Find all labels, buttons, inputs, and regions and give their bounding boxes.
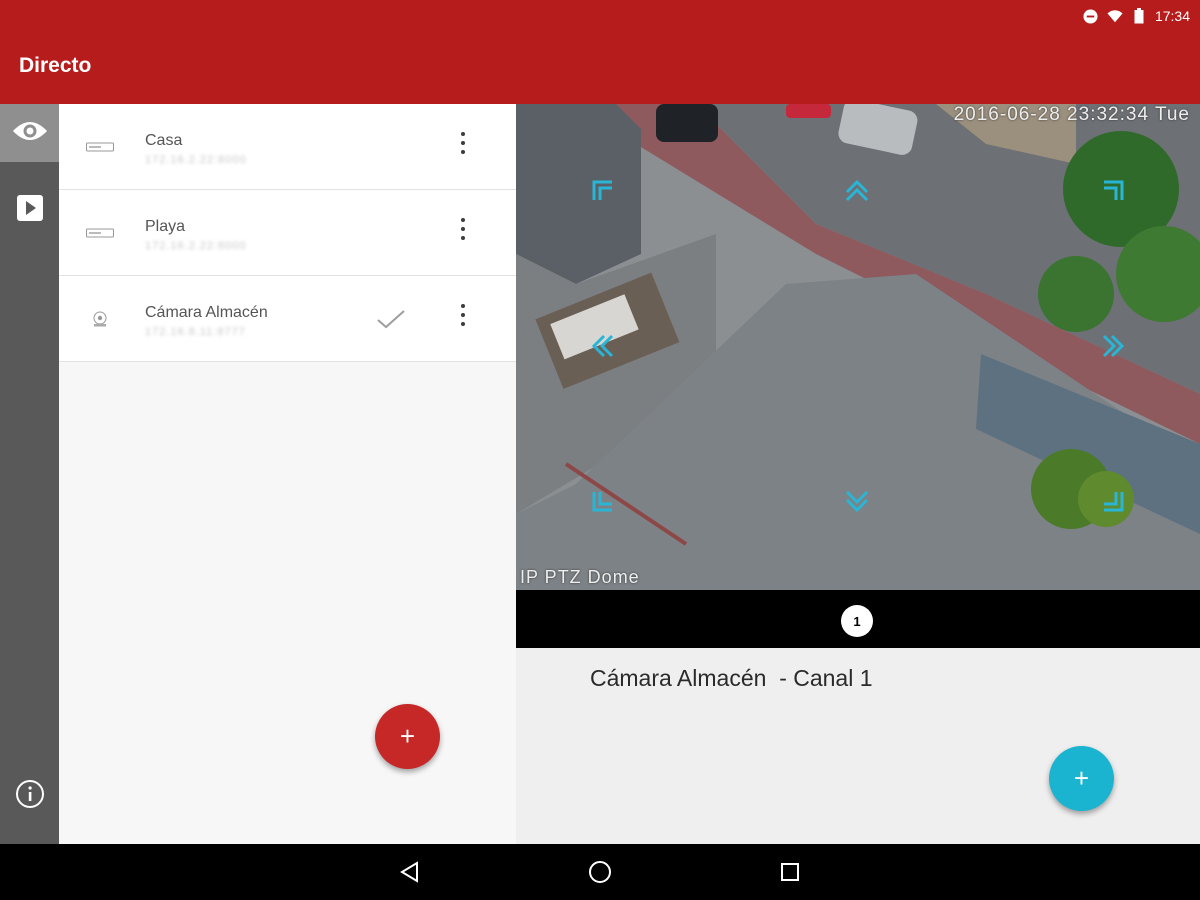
home-icon[interactable] [586, 858, 614, 886]
ptz-left-icon[interactable] [590, 333, 616, 359]
dvr-icon [85, 136, 115, 158]
live-video-view[interactable]: 2016-06-28 23:32:34 Tue IP PTZ Dome [516, 104, 1200, 590]
rail-item-info[interactable] [0, 767, 59, 825]
more-options-button[interactable] [451, 299, 475, 331]
more-options-button[interactable] [451, 127, 475, 159]
ip-camera-icon [85, 308, 115, 330]
rail-item-live[interactable] [0, 104, 59, 162]
status-bar: 17:34 [1083, 0, 1200, 32]
ptz-down-icon[interactable] [844, 488, 870, 514]
device-address: 172.16.2.22:8000 [145, 240, 247, 252]
plus-icon: + [399, 721, 416, 751]
status-time: 17:34 [1154, 8, 1190, 24]
check-icon [375, 303, 407, 335]
battery-icon [1131, 8, 1147, 24]
osd-timestamp: 2016-06-28 23:32:34 Tue [953, 104, 1190, 125]
system-nav-bar [0, 844, 1200, 900]
ptz-right-icon[interactable] [1100, 333, 1126, 359]
wifi-icon [1107, 8, 1123, 24]
add-channel-button[interactable]: + [1049, 746, 1114, 811]
device-name: Cámara Almacén [145, 304, 268, 321]
more-options-button[interactable] [451, 213, 475, 245]
channel-pager: 1 [516, 590, 1200, 648]
rail-item-playback[interactable] [0, 181, 59, 239]
device-address: 172.16.2.22:8000 [145, 154, 247, 166]
play-icon [16, 194, 43, 226]
do-not-disturb-icon [1083, 8, 1099, 24]
list-item[interactable]: Playa 172.16.2.22:8000 [59, 190, 516, 276]
ptz-up-right-icon[interactable] [1100, 178, 1126, 204]
nav-rail [0, 104, 59, 844]
device-address: 172.16.8.11:8777 [145, 326, 246, 338]
device-name: Casa [145, 132, 183, 149]
page-title: Directo [19, 54, 92, 77]
back-icon[interactable] [396, 858, 424, 886]
plus-icon: + [1073, 763, 1090, 793]
ptz-down-right-icon[interactable] [1100, 488, 1126, 514]
eye-icon [12, 120, 48, 147]
list-item[interactable]: Casa 172.16.2.22:8000 [59, 104, 516, 190]
osd-camera-name: IP PTZ Dome [520, 567, 640, 587]
device-name: Playa [145, 218, 186, 235]
camera-frame [516, 104, 1200, 590]
ptz-up-icon[interactable] [844, 178, 870, 204]
channel-info-panel: Cámara Almacén - Canal 1 [516, 648, 1200, 844]
recents-icon[interactable] [776, 858, 804, 886]
list-item[interactable]: Cámara Almacén 172.16.8.11:8777 [59, 276, 516, 362]
device-list: Casa 172.16.2.22:8000 Playa 172.16.2.22:… [59, 104, 516, 844]
app-bar: 17:34 Directo [0, 0, 1200, 104]
info-icon [15, 779, 45, 814]
ptz-down-left-icon[interactable] [590, 488, 616, 514]
ptz-up-left-icon[interactable] [590, 178, 616, 204]
add-device-button[interactable]: + [375, 704, 440, 769]
page-indicator[interactable]: 1 [841, 605, 873, 637]
dvr-icon [85, 222, 115, 244]
channel-title: Cámara Almacén - Canal 1 [590, 665, 873, 691]
